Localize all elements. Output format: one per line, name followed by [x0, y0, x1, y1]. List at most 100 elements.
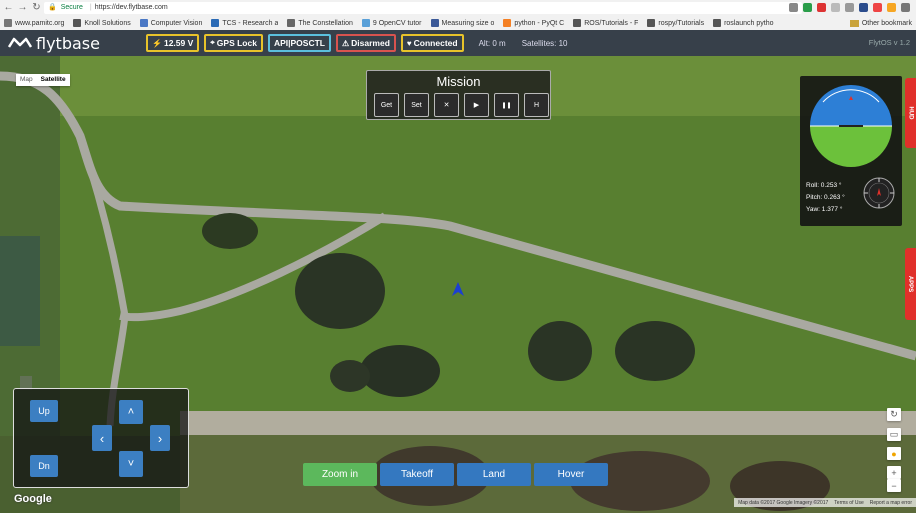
favicon-icon — [73, 19, 82, 27]
map-type-satellite[interactable]: Satellite — [37, 74, 70, 86]
apps-tab[interactable]: APPS — [905, 248, 916, 320]
bookmark[interactable]: ROS/Tutorials - F — [573, 19, 638, 27]
bookmark[interactable]: python - PyQt C — [503, 19, 564, 27]
version-label: FlytOS v 1.2 — [868, 38, 910, 47]
favicon-icon — [573, 19, 582, 27]
flight-control-pad: Up Dn ˄ ‹ › ˅ — [13, 388, 189, 488]
lock-icon: 🔒 — [48, 4, 57, 11]
right-button[interactable]: › — [150, 425, 170, 451]
star-icon[interactable] — [789, 3, 798, 12]
extension-icon[interactable] — [803, 3, 812, 12]
browser-chrome: ← → ↻ 🔒 Secure | https://dev.flytbase.co… — [0, 0, 916, 30]
other-bookmarks[interactable]: Other bookmark — [849, 16, 912, 30]
yaw-readout: Yaw: 1.377 ° — [806, 206, 843, 213]
play-icon: ▶ — [473, 102, 480, 109]
attitude-indicator-icon — [810, 85, 892, 167]
bookmark[interactable]: Computer Vision — [139, 19, 202, 27]
satellites-readout: Satellites: 10 — [521, 38, 568, 48]
folder-icon — [849, 19, 859, 27]
mission-set-button[interactable]: Set — [404, 93, 429, 117]
bookmark[interactable]: rospy/Tutorials — [647, 19, 704, 27]
favicon-icon — [713, 19, 722, 27]
pause-icon: ❚❚ — [501, 102, 512, 109]
extension-icon[interactable] — [873, 3, 882, 12]
altitude-readout: Alt: 0 m — [478, 38, 506, 48]
apps-icon — [4, 19, 12, 27]
forward-icon[interactable]: → — [17, 1, 28, 15]
flytbase-logo-icon — [8, 37, 32, 48]
favicon-icon — [361, 19, 370, 27]
forward-button[interactable]: ˄ — [119, 400, 143, 424]
flytbase-logo[interactable]: flytbase — [8, 34, 146, 53]
extension-icon[interactable] — [845, 3, 854, 12]
bolt-icon: ⚡ — [152, 38, 162, 48]
satellite-map[interactable]: Map Satellite Mission Get Set ✕ ▶ ❚❚ H R… — [0, 56, 916, 513]
terms-link[interactable]: Terms of Use — [834, 500, 863, 506]
menu-icon[interactable] — [901, 3, 910, 12]
secure-label: Secure — [60, 4, 83, 11]
drone-marker-icon — [452, 282, 464, 296]
bookmarks-bar: www.pamitc.org Knoll Solutions Computer … — [0, 16, 916, 30]
mission-get-button[interactable]: Get — [374, 93, 399, 117]
connection-badge: ♥ Connected — [400, 34, 464, 52]
tilt-icon[interactable]: ▭ — [887, 428, 901, 441]
map-type-control: Map Satellite — [16, 74, 70, 86]
mission-buttons: Get Set ✕ ▶ ❚❚ H — [374, 93, 549, 117]
chevron-left-icon: ‹ — [99, 430, 105, 446]
opera-icon[interactable] — [817, 3, 826, 12]
arm-status-badge: ⚠ Disarmed — [335, 34, 396, 52]
address-row: ← → ↻ 🔒 Secure | https://dev.flytbase.co… — [0, 0, 916, 16]
extension-icons — [789, 3, 910, 12]
backward-button[interactable]: ˅ — [119, 451, 143, 477]
extension-icon[interactable] — [859, 3, 868, 12]
zoom-in-control[interactable]: + — [887, 466, 901, 479]
roll-readout: Roll: 0.253 ° — [806, 182, 842, 189]
reload-icon[interactable]: ↻ — [31, 1, 42, 15]
mission-pause-button[interactable]: ❚❚ — [494, 93, 519, 117]
app-topbar: flytbase ⚡ 12.59 V ⌖ GPS Lock API|POSCTL ⚠… — [0, 30, 916, 56]
bookmark[interactable]: Knoll Solutions — [73, 19, 131, 27]
map-type-map[interactable]: Map — [16, 74, 37, 86]
bookmark[interactable]: TCS - Research a — [211, 19, 278, 27]
warning-icon: ⚠ — [341, 38, 350, 48]
bookmark[interactable]: www.pamitc.org — [4, 19, 64, 27]
mission-title: Mission — [436, 74, 481, 89]
bookmark[interactable]: roslaunch pytho — [713, 19, 774, 27]
extension-icon[interactable] — [831, 3, 840, 12]
map-attribution: Map data ©2017 Google Imagery ©2017 Term… — [734, 498, 916, 507]
pegman-icon[interactable]: ● — [887, 447, 901, 460]
chevron-right-icon: › — [157, 430, 163, 446]
mission-clear-button[interactable]: ✕ — [434, 93, 459, 117]
back-icon[interactable]: ← — [3, 1, 14, 15]
pitch-readout: Pitch: 0.263 ° — [806, 194, 845, 201]
mission-play-button[interactable]: ▶ — [464, 93, 489, 117]
url-bar[interactable]: 🔒 Secure | https://dev.flytbase.com — [44, 2, 802, 14]
favicon-icon — [503, 19, 512, 27]
favicon-icon — [647, 19, 656, 27]
compass-icon — [863, 177, 895, 209]
extension-icon[interactable] — [887, 3, 896, 12]
mission-panel: Mission Get Set ✕ ▶ ❚❚ H — [366, 70, 551, 120]
bookmark[interactable]: 9 OpenCV tutor — [361, 19, 422, 27]
google-logo: Google — [14, 493, 52, 505]
down-button[interactable]: Dn — [30, 455, 58, 477]
zoom-in-button[interactable]: Zoom in — [303, 463, 377, 486]
land-button[interactable]: Land — [457, 463, 531, 486]
chevron-up-icon: ˄ — [127, 406, 135, 418]
left-button[interactable]: ‹ — [92, 425, 112, 451]
rotate-icon[interactable]: ↻ — [887, 408, 901, 421]
bookmark[interactable]: The Constellation — [287, 19, 353, 27]
location-pin-icon: ⌖ — [210, 38, 215, 47]
voltage-badge: ⚡ 12.59 V — [146, 34, 200, 52]
zoom-out-control[interactable]: − — [887, 479, 901, 492]
hover-button[interactable]: Hover — [534, 463, 608, 486]
report-error-link[interactable]: Report a map error — [870, 500, 912, 506]
favicon-icon — [139, 19, 148, 27]
hud-tab[interactable]: HUD — [905, 78, 916, 148]
action-buttons: Zoom in Takeoff Land Hover — [303, 463, 608, 486]
up-button[interactable]: Up — [30, 400, 58, 422]
takeoff-button[interactable]: Takeoff — [380, 463, 454, 486]
bookmark[interactable]: Measuring size o — [430, 19, 494, 27]
heart-icon: ♥ — [406, 38, 412, 48]
mission-home-button[interactable]: H — [524, 93, 549, 117]
